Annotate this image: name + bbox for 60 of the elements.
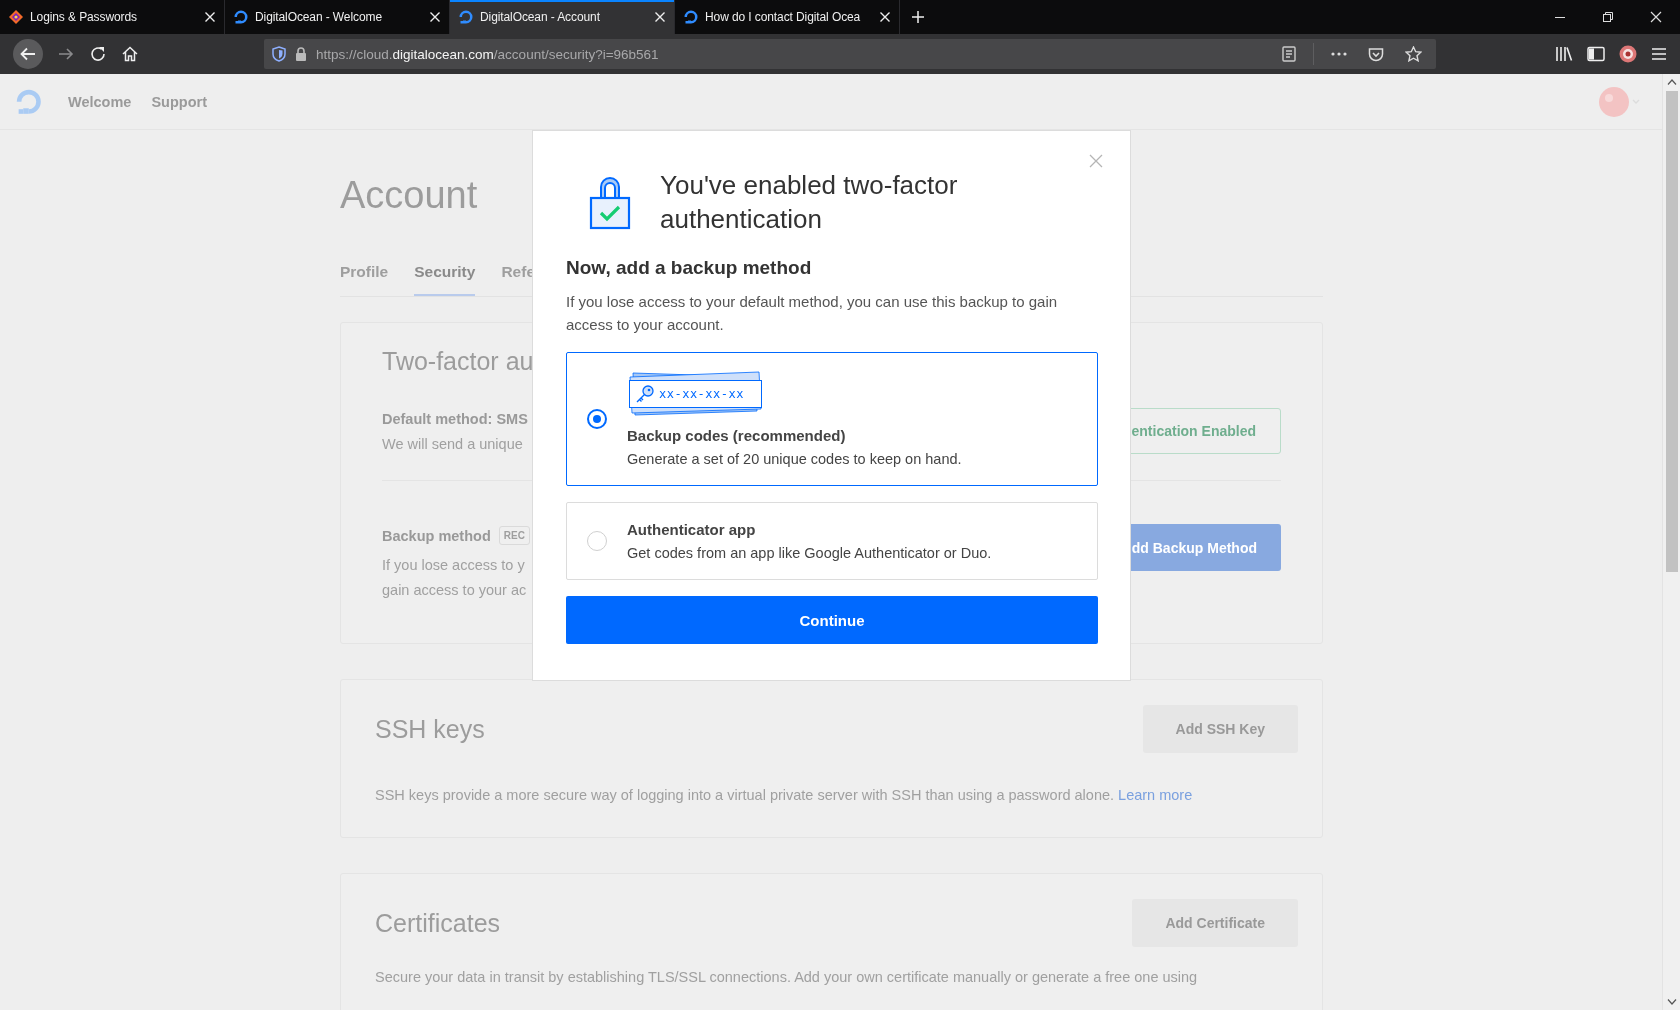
option-card[interactable]: Authenticator app Get codes from an app like Google Authenticator or Duo. bbox=[566, 502, 1098, 580]
restore-icon[interactable] bbox=[1602, 11, 1614, 23]
new-tab-icon[interactable] bbox=[911, 10, 925, 24]
option-description: Generate a set of 20 unique codes to keep on hand. bbox=[627, 451, 962, 467]
section-title: Two-factor au bbox=[382, 346, 534, 377]
dialog-description: If you lose access to your default method, you can use this backup to gain access to your account. bbox=[566, 292, 1059, 335]
home-icon[interactable] bbox=[121, 45, 139, 63]
page-tab[interactable]: Security bbox=[414, 255, 476, 296]
address-bar[interactable]: https://cloud.digitalocean.com/account/security?i=96b561 bbox=[264, 39, 1436, 69]
close-icon[interactable] bbox=[1650, 11, 1662, 23]
section-title: Certificates bbox=[375, 908, 501, 938]
account-avatar-icon[interactable] bbox=[1619, 45, 1637, 63]
scrollbar[interactable] bbox=[1662, 74, 1680, 1010]
nav-link[interactable]: Welcome bbox=[68, 93, 132, 110]
radio-button[interactable] bbox=[587, 409, 607, 429]
section-description: SSH keys provide a more secure way of logging into a virtual private server with SSH than using a password alone. Learn more bbox=[375, 787, 1194, 803]
dialog-title: You've enabled two-factor authentication bbox=[660, 169, 959, 236]
method-label: Default method: SMS bbox=[382, 410, 528, 427]
option-card[interactable]: xx-xx-xx-xx Backup codes (recommended) Generate a set of 20 unique codes to keep on hand. bbox=[566, 352, 1098, 486]
page-title: Account bbox=[340, 173, 478, 218]
nav-link[interactable]: Support bbox=[151, 93, 207, 110]
menu-icon[interactable] bbox=[1651, 47, 1667, 61]
reload-icon[interactable] bbox=[89, 45, 107, 63]
browser-tab[interactable]: DigitalOcean - Account bbox=[450, 0, 675, 34]
ring-logo-icon bbox=[683, 9, 699, 25]
tab-title: How do I contact Digital Ocea bbox=[705, 10, 861, 24]
back-icon[interactable] bbox=[13, 39, 43, 69]
option-description: Get codes from an app like Google Authenticator or Duo. bbox=[627, 545, 992, 561]
section-title: SSH keys bbox=[375, 714, 485, 744]
more-icon[interactable] bbox=[1331, 52, 1347, 56]
ring-logo-icon bbox=[458, 9, 474, 25]
option-title: Authenticator app bbox=[627, 521, 756, 538]
sidebar-icon[interactable] bbox=[1587, 46, 1605, 62]
key-icon bbox=[635, 384, 655, 404]
scroll-thumb[interactable] bbox=[1665, 91, 1678, 572]
recommended-badge: REC bbox=[498, 526, 530, 545]
code-text: xx-xx-xx-xx bbox=[659, 387, 744, 401]
learn-more-link[interactable]: Learn more bbox=[1118, 787, 1193, 803]
tab-title: DigitalOcean - Welcome bbox=[255, 10, 382, 24]
diamond-logo-icon bbox=[8, 9, 24, 25]
method-label: Backup method bbox=[382, 527, 491, 544]
option-title: Backup codes (recommended) bbox=[627, 427, 846, 444]
star-icon[interactable] bbox=[1405, 46, 1422, 62]
continue-button[interactable]: Continue bbox=[566, 596, 1098, 644]
scroll-down-icon[interactable] bbox=[1666, 999, 1677, 1005]
ring-logo-icon bbox=[233, 9, 249, 25]
url-text: https://cloud.digitalocean.com/account/security?i=96b561 bbox=[316, 46, 659, 62]
shield-icon bbox=[272, 46, 286, 62]
section-description: Secure your data in transit by establishing TLS/SSL connections. Add your own certificate manually or generate a free one using bbox=[375, 969, 1199, 985]
method-description: We will send a unique bbox=[382, 435, 523, 452]
padlock-check-icon bbox=[588, 174, 632, 230]
reader-view-icon[interactable] bbox=[1282, 46, 1296, 62]
tab-title: Logins & Passwords bbox=[30, 10, 137, 24]
lock-icon bbox=[295, 46, 307, 62]
library-icon[interactable] bbox=[1555, 46, 1573, 62]
tab-title: DigitalOcean - Account bbox=[480, 10, 600, 24]
dialog-subtitle: Now, add a backup method bbox=[566, 257, 812, 279]
scroll-up-icon[interactable] bbox=[1666, 79, 1677, 85]
method-description: If you lose access to y gain access to your ac bbox=[382, 556, 527, 600]
pocket-icon[interactable] bbox=[1368, 46, 1384, 62]
